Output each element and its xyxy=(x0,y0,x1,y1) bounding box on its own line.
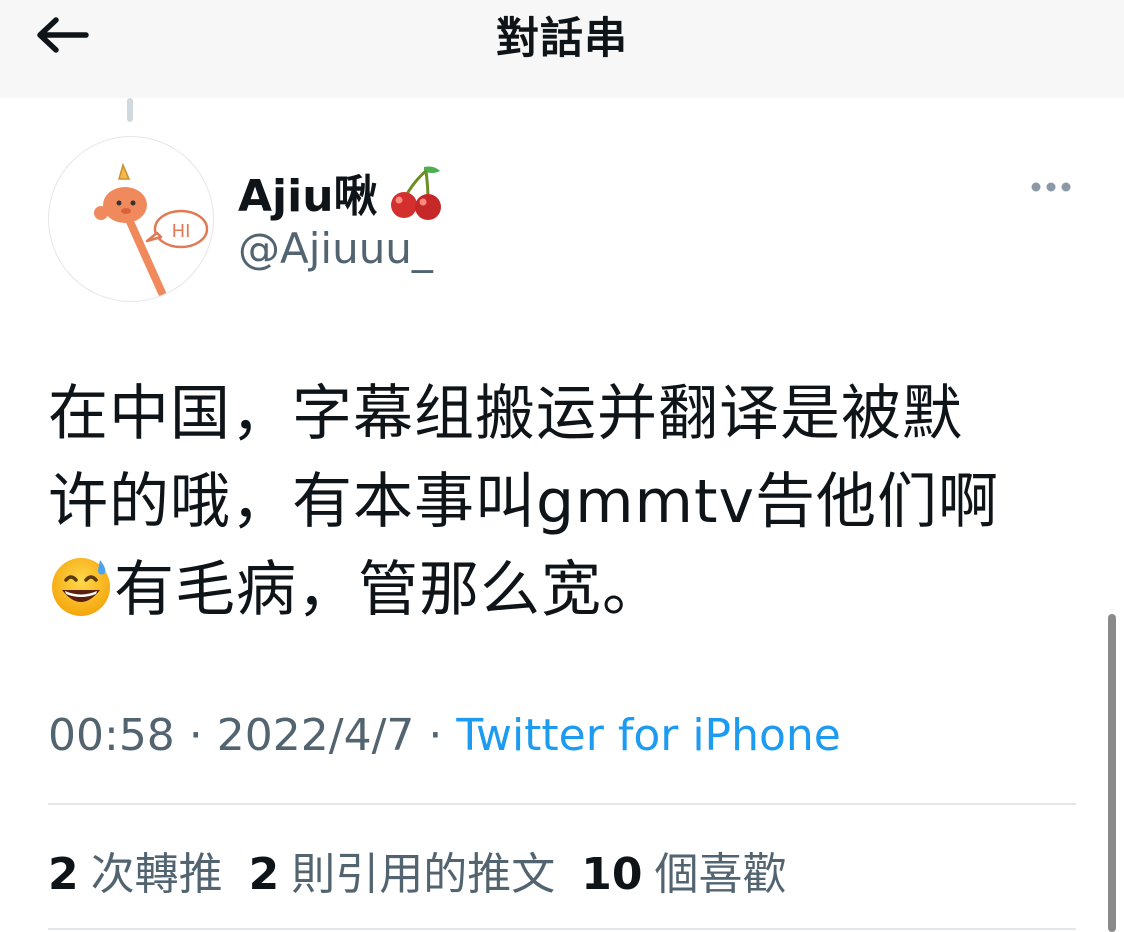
cherries-icon xyxy=(390,166,441,220)
avatar-illustration: HI xyxy=(94,162,209,297)
tweet-time[interactable]: 00:58 xyxy=(48,710,175,761)
author-handle[interactable]: @Ajiuuu_ xyxy=(238,224,433,273)
tweet-source-link[interactable]: Twitter for iPhone xyxy=(456,710,840,761)
tweet-line-3-text: 有毛病，管那么宽。 xyxy=(114,555,663,625)
author-display-name: Ajiu啾 xyxy=(238,171,378,222)
likes-count: 10 xyxy=(581,849,643,900)
divider xyxy=(48,803,1076,805)
avatar-bubble-text: HI xyxy=(172,221,191,242)
quotes-label: 則引用的推文 xyxy=(291,849,556,900)
tweet-line-3: 有毛病，管那么宽。 xyxy=(48,546,1058,634)
grinning-face-with-sweat-icon xyxy=(52,558,110,616)
scrollbar[interactable] xyxy=(1108,614,1116,932)
tweet-date[interactable]: 2022/4/7 xyxy=(217,710,415,761)
more-dots-icon xyxy=(1031,182,1071,192)
retweets-label: 次轉推 xyxy=(90,849,223,900)
divider xyxy=(48,928,1076,930)
meta-separator: · xyxy=(414,710,457,761)
likes-label: 個喜歡 xyxy=(654,849,787,900)
tweet-line-1: 在中国，字幕组搬运并翻译是被默 xyxy=(48,379,963,449)
avatar[interactable]: HI xyxy=(48,136,214,302)
top-bar: 對話串 xyxy=(0,0,1124,98)
tweet-meta: 00:58 · 2022/4/7 · Twitter for iPhone xyxy=(48,710,841,761)
tweet-stats: 2 次轉推 2 則引用的推文 10 個喜歡 xyxy=(48,838,812,902)
meta-separator: · xyxy=(174,710,217,761)
quotes-stat[interactable]: 2 則引用的推文 xyxy=(249,838,556,902)
page-title: 對話串 xyxy=(496,14,628,64)
retweets-stat[interactable]: 2 次轉推 xyxy=(48,838,223,902)
thread-connector-line xyxy=(127,98,133,122)
likes-stat[interactable]: 10 個喜歡 xyxy=(581,838,786,902)
tweet-line-2: 许的哦，有本事叫gmmtv告他们啊 xyxy=(48,467,1000,537)
quotes-count: 2 xyxy=(248,849,280,900)
tweet-text: 在中国，字幕组搬运并翻译是被默 许的哦，有本事叫gmmtv告他们啊 有毛病，管那… xyxy=(48,370,1058,634)
more-options-button[interactable] xyxy=(1026,172,1076,202)
retweets-count: 2 xyxy=(48,849,79,900)
author-name[interactable]: Ajiu啾 xyxy=(238,160,446,224)
